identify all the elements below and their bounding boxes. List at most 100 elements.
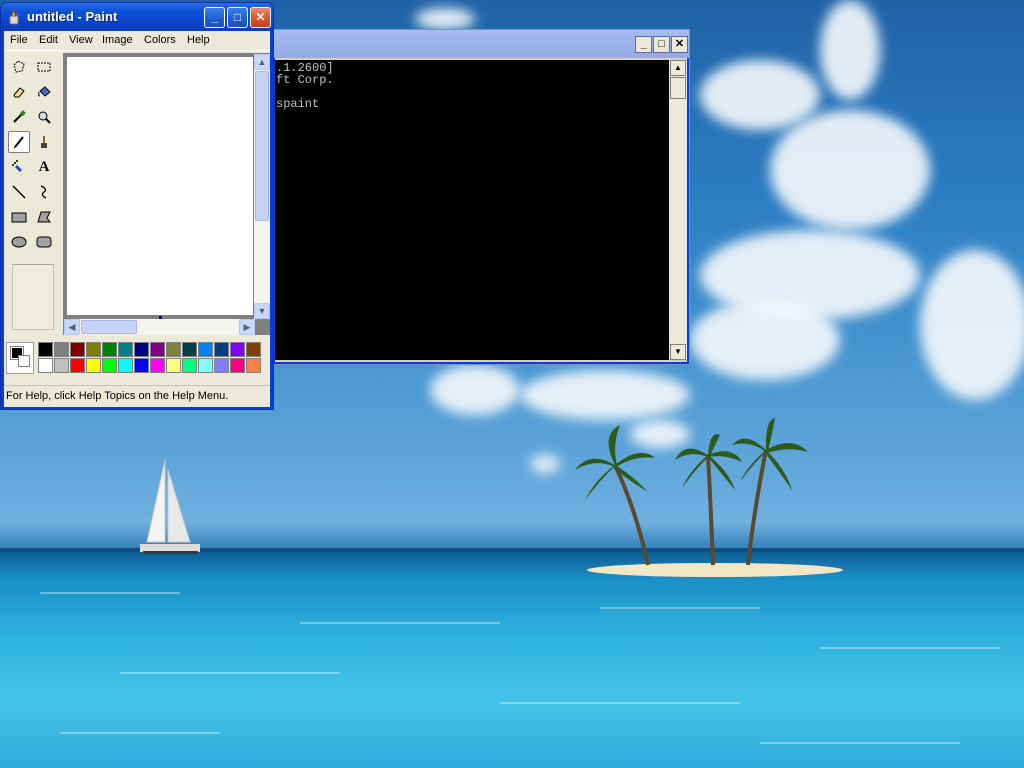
- console-close-button[interactable]: ✕: [671, 36, 688, 53]
- airbrush-icon[interactable]: [8, 156, 30, 178]
- palette-color-swatch[interactable]: [70, 342, 85, 357]
- palette-color-swatch[interactable]: [214, 358, 229, 373]
- rect-select-icon[interactable]: [33, 56, 55, 78]
- palette-color-swatch[interactable]: [118, 358, 133, 373]
- scroll-up-icon[interactable]: ▲: [254, 54, 270, 70]
- paint-client-area: File Edit View Image Colors Help A ▲ ▼ ◀…: [4, 31, 270, 407]
- console-titlebar[interactable]: _ □ ✕: [273, 30, 689, 58]
- palette-color-swatch[interactable]: [214, 342, 229, 357]
- console-minimize-button[interactable]: _: [635, 36, 652, 53]
- palette-color-swatch[interactable]: [246, 342, 261, 357]
- console-line: spaint: [276, 97, 320, 111]
- palette-color-swatch[interactable]: [118, 342, 133, 357]
- cloud: [430, 365, 520, 415]
- cloud: [690, 300, 840, 380]
- menu-edit[interactable]: Edit: [39, 34, 58, 46]
- drawing-canvas[interactable]: [67, 57, 253, 315]
- scroll-down-icon[interactable]: ▼: [254, 303, 270, 319]
- menu-file[interactable]: File: [10, 34, 28, 46]
- brush-icon[interactable]: [33, 131, 55, 153]
- palette-color-swatch[interactable]: [54, 342, 69, 357]
- color-picker-icon[interactable]: [8, 106, 30, 128]
- horizontal-scroll-thumb[interactable]: [81, 320, 137, 334]
- canvas-vertical-scrollbar[interactable]: ▲ ▼: [254, 54, 270, 319]
- canvas-horizontal-scrollbar[interactable]: ◀ ▶: [64, 319, 255, 335]
- status-bar: For Help, click Help Topics on the Help …: [4, 385, 270, 407]
- palette-color-swatch[interactable]: [166, 342, 181, 357]
- paint-app-icon: [9, 9, 19, 25]
- rounded-rectangle-icon[interactable]: [33, 231, 55, 253]
- console-line: ft Corp.: [276, 73, 334, 87]
- curve-icon[interactable]: [33, 181, 55, 203]
- free-form-select-icon[interactable]: [8, 56, 30, 78]
- eraser-icon[interactable]: [8, 81, 30, 103]
- text-icon[interactable]: A: [33, 156, 55, 178]
- palette-color-swatch[interactable]: [70, 358, 85, 373]
- menu-help[interactable]: Help: [187, 34, 210, 46]
- console-vertical-scrollbar[interactable]: ▲ ▼: [669, 60, 687, 360]
- magnifier-icon[interactable]: [33, 106, 55, 128]
- paint-maximize-button[interactable]: □: [227, 7, 248, 28]
- console-maximize-button[interactable]: □: [653, 36, 670, 53]
- cloud: [415, 8, 475, 30]
- palette-color-swatch[interactable]: [230, 358, 245, 373]
- scroll-left-icon[interactable]: ◀: [64, 319, 80, 335]
- cloud: [820, 0, 880, 100]
- fill-bucket-icon[interactable]: [33, 81, 55, 103]
- palette-color-swatch[interactable]: [102, 342, 117, 357]
- menu-image[interactable]: Image: [102, 34, 133, 46]
- rectangle-icon[interactable]: [8, 206, 30, 228]
- scroll-down-icon[interactable]: ▼: [670, 344, 686, 360]
- menu-colors[interactable]: Colors: [144, 34, 176, 46]
- palette-color-swatch[interactable]: [182, 342, 197, 357]
- palette-color-swatch[interactable]: [182, 358, 197, 373]
- tool-options-box[interactable]: [12, 264, 54, 330]
- palette-color-swatch[interactable]: [246, 358, 261, 373]
- pencil-icon[interactable]: [8, 131, 30, 153]
- palette-color-swatch[interactable]: [150, 342, 165, 357]
- color-palette: [6, 342, 268, 376]
- cloud: [920, 250, 1024, 400]
- ellipse-icon[interactable]: [8, 231, 30, 253]
- palette-color-swatch[interactable]: [54, 358, 69, 373]
- paint-menubar: File Edit View Image Colors Help: [4, 31, 270, 51]
- console-window[interactable]: _ □ ✕ .1.2600] ft Corp. spaint ▲ ▼: [272, 29, 690, 365]
- console-scroll-thumb[interactable]: [670, 77, 686, 99]
- polygon-icon[interactable]: [33, 206, 55, 228]
- palette-color-swatch[interactable]: [230, 342, 245, 357]
- cloud: [770, 110, 930, 230]
- palette-color-swatch[interactable]: [38, 358, 53, 373]
- background-color-swatch: [18, 355, 30, 367]
- palette-color-swatch[interactable]: [134, 358, 149, 373]
- console-line: .1.2600]: [276, 61, 334, 75]
- palm-island: [575, 418, 843, 577]
- menu-view[interactable]: View: [69, 34, 93, 46]
- palette-color-swatch[interactable]: [198, 342, 213, 357]
- vertical-scroll-thumb[interactable]: [255, 71, 269, 221]
- line-icon[interactable]: [8, 181, 30, 203]
- palette-color-swatch[interactable]: [86, 342, 101, 357]
- scroll-up-icon[interactable]: ▲: [670, 60, 686, 76]
- palette-color-swatch[interactable]: [150, 358, 165, 373]
- palette-color-swatch[interactable]: [86, 358, 101, 373]
- cloud: [700, 60, 820, 130]
- paint-close-button[interactable]: ✕: [250, 7, 271, 28]
- palette-color-swatch[interactable]: [166, 358, 181, 373]
- console-body: .1.2600] ft Corp. spaint ▲ ▼: [275, 58, 687, 362]
- paint-window-title: untitled - Paint: [27, 9, 118, 24]
- paint-toolbox: A: [6, 54, 61, 332]
- palette-color-swatch[interactable]: [198, 358, 213, 373]
- scroll-right-icon[interactable]: ▶: [239, 319, 255, 335]
- sailboat: [140, 459, 200, 554]
- paint-minimize-button[interactable]: _: [204, 7, 225, 28]
- console-output[interactable]: .1.2600] ft Corp. spaint: [275, 60, 669, 360]
- palette-color-swatch[interactable]: [38, 342, 53, 357]
- paint-titlebar[interactable]: untitled - Paint _ □ ✕: [1, 3, 273, 31]
- sea: [0, 552, 1024, 768]
- paint-window[interactable]: untitled - Paint _ □ ✕ File Edit View Im…: [0, 2, 274, 410]
- palette-color-swatch[interactable]: [102, 358, 117, 373]
- palette-color-swatch[interactable]: [134, 342, 149, 357]
- canvas-viewport: ▲ ▼ ◀ ▶: [63, 53, 270, 335]
- cloud: [530, 455, 560, 473]
